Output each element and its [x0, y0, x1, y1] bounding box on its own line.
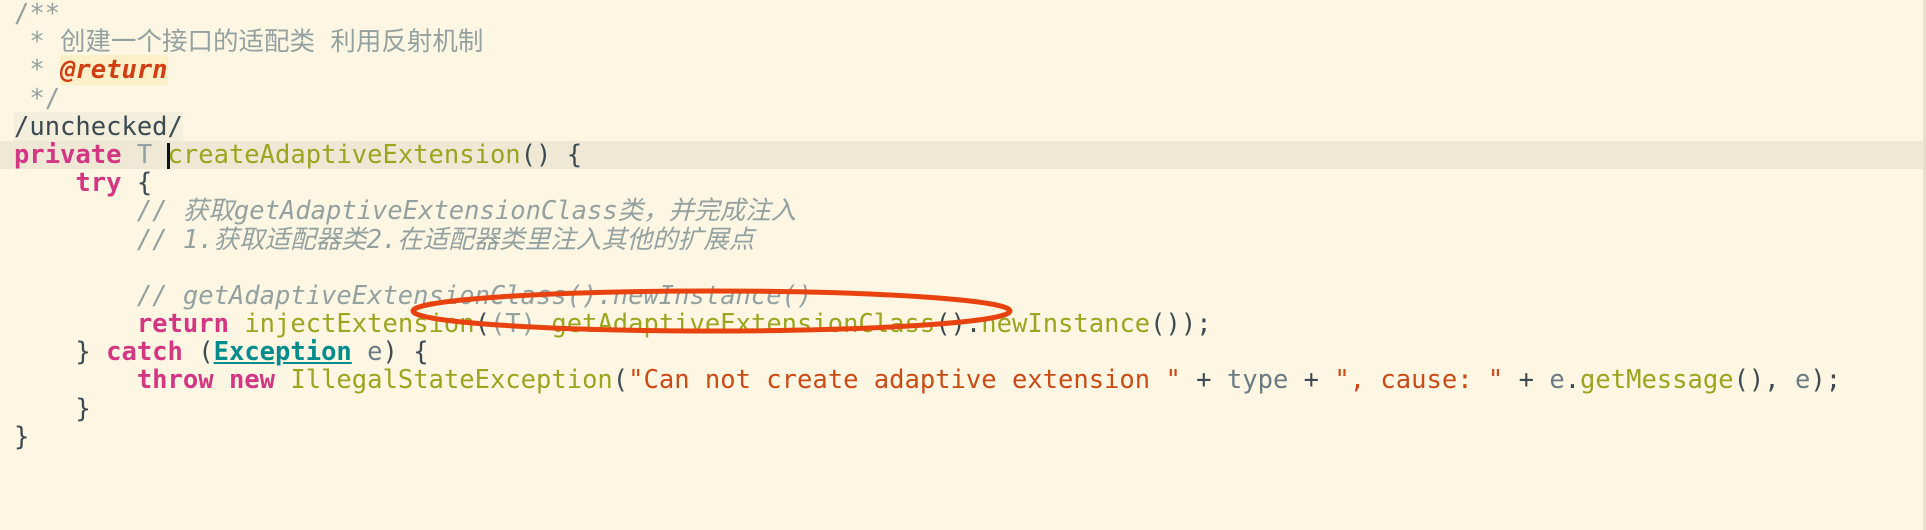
code-token-punct: + — [1288, 365, 1335, 396]
code-line[interactable]: // 获取getAdaptiveExtensionClass类，并完成注入 — [0, 197, 1926, 225]
code-token-fn2: IllegalStateException — [290, 365, 613, 396]
code-token-var: e — [1549, 365, 1565, 396]
code-editor-viewport[interactable]: /** * 创建一个接口的适配类 利用反射机制 * @return *//unc… — [0, 0, 1926, 530]
code-token-punct: . — [965, 309, 982, 340]
code-token-punct: + — [1503, 365, 1550, 396]
code-token-str: ", cause: " — [1334, 365, 1504, 396]
code-token-comment: // 获取getAdaptiveExtensionClass类，并完成注入 — [14, 196, 797, 227]
code-token-fn: getMessage — [1580, 365, 1734, 396]
code-lines-container[interactable]: /** * 创建一个接口的适配类 利用反射机制 * @return *//unc… — [0, 0, 1926, 451]
code-token-punct: { — [121, 168, 153, 199]
code-token-fn: newInstance — [981, 309, 1151, 340]
code-token-fn: getAdaptiveExtensionClass — [551, 309, 936, 340]
code-token-punct: ); — [1810, 365, 1842, 396]
code-token-punct: + — [1180, 365, 1227, 396]
code-line[interactable]: private T createAdaptiveExtension() { — [0, 139, 1926, 170]
code-line[interactable]: } — [0, 395, 1926, 423]
code-line[interactable]: throw new IllegalStateException("Can not… — [0, 366, 1926, 394]
code-token-kw: new — [228, 365, 276, 396]
code-token-cls: Exception — [213, 337, 352, 368]
code-token-doc: /** — [14, 0, 61, 29]
code-token-punct: ( — [612, 365, 629, 396]
code-token-str: "Can not create adaptive extension " — [628, 365, 1181, 396]
code-token-fn: injectExtension — [244, 309, 475, 340]
code-token-doc: * — [14, 55, 61, 86]
code-line[interactable]: // getAdaptiveExtensionClass().newInstan… — [0, 282, 1926, 310]
code-line[interactable]: */ — [0, 83, 1926, 114]
code-token-comment: // getAdaptiveExtensionClass().newInstan… — [14, 280, 813, 311]
code-token-punct: ) { — [382, 337, 429, 368]
code-line[interactable]: } — [0, 423, 1926, 451]
code-token-var: e — [367, 337, 383, 368]
code-line[interactable]: /** — [0, 0, 1926, 28]
code-token-punct: } — [14, 421, 30, 452]
code-line[interactable]: // 1.获取适配器类2.在适配器类里注入其他的扩展点 — [0, 224, 1926, 255]
code-line[interactable]: try { — [0, 169, 1926, 197]
code-token-punct: } — [14, 337, 107, 368]
code-line[interactable] — [0, 254, 1926, 282]
code-token-fn: createAdaptiveExtension — [167, 139, 521, 170]
code-line[interactable]: /unchecked/ — [0, 111, 1926, 142]
code-token-comment: // 1.获取适配器类2.在适配器类里注入其他的扩展点 — [14, 224, 755, 255]
code-token-punct: . — [1564, 365, 1581, 396]
code-line[interactable]: return injectExtension((T) getAdaptiveEx… — [0, 310, 1926, 338]
code-token-kw: private — [14, 139, 122, 170]
code-token-kw: try — [75, 168, 122, 199]
code-token-kw: throw — [136, 365, 214, 396]
code-line[interactable]: * @return — [0, 55, 1926, 86]
code-token-kw: return — [136, 309, 229, 340]
code-line[interactable]: * 创建一个接口的适配类 利用反射机制 — [0, 28, 1926, 56]
code-token-var: type — [1226, 365, 1289, 396]
code-token-kw: catch — [106, 337, 183, 368]
code-token-type: (T) — [489, 309, 552, 340]
code-token-punct: ()); — [1150, 309, 1212, 340]
code-token-doc: * 创建一个接口的适配类 利用反射机制 — [14, 27, 484, 58]
code-token-punct: () { — [520, 139, 583, 170]
code-token-type: T — [136, 139, 153, 170]
code-token-doc: */ — [14, 83, 61, 114]
code-token-punct: ( — [474, 309, 490, 340]
code-token-punct: (), — [1733, 365, 1795, 396]
code-line[interactable]: } catch (Exception e) { — [0, 338, 1926, 366]
code-token-punct: } — [14, 393, 91, 424]
code-token-punct: ( — [182, 337, 214, 368]
code-token-punct: () — [935, 309, 966, 340]
code-token-doctag: @return — [60, 55, 168, 86]
code-token-var: e — [1795, 365, 1811, 396]
code-token-hl-unchecked: /unchecked/ — [14, 111, 183, 142]
